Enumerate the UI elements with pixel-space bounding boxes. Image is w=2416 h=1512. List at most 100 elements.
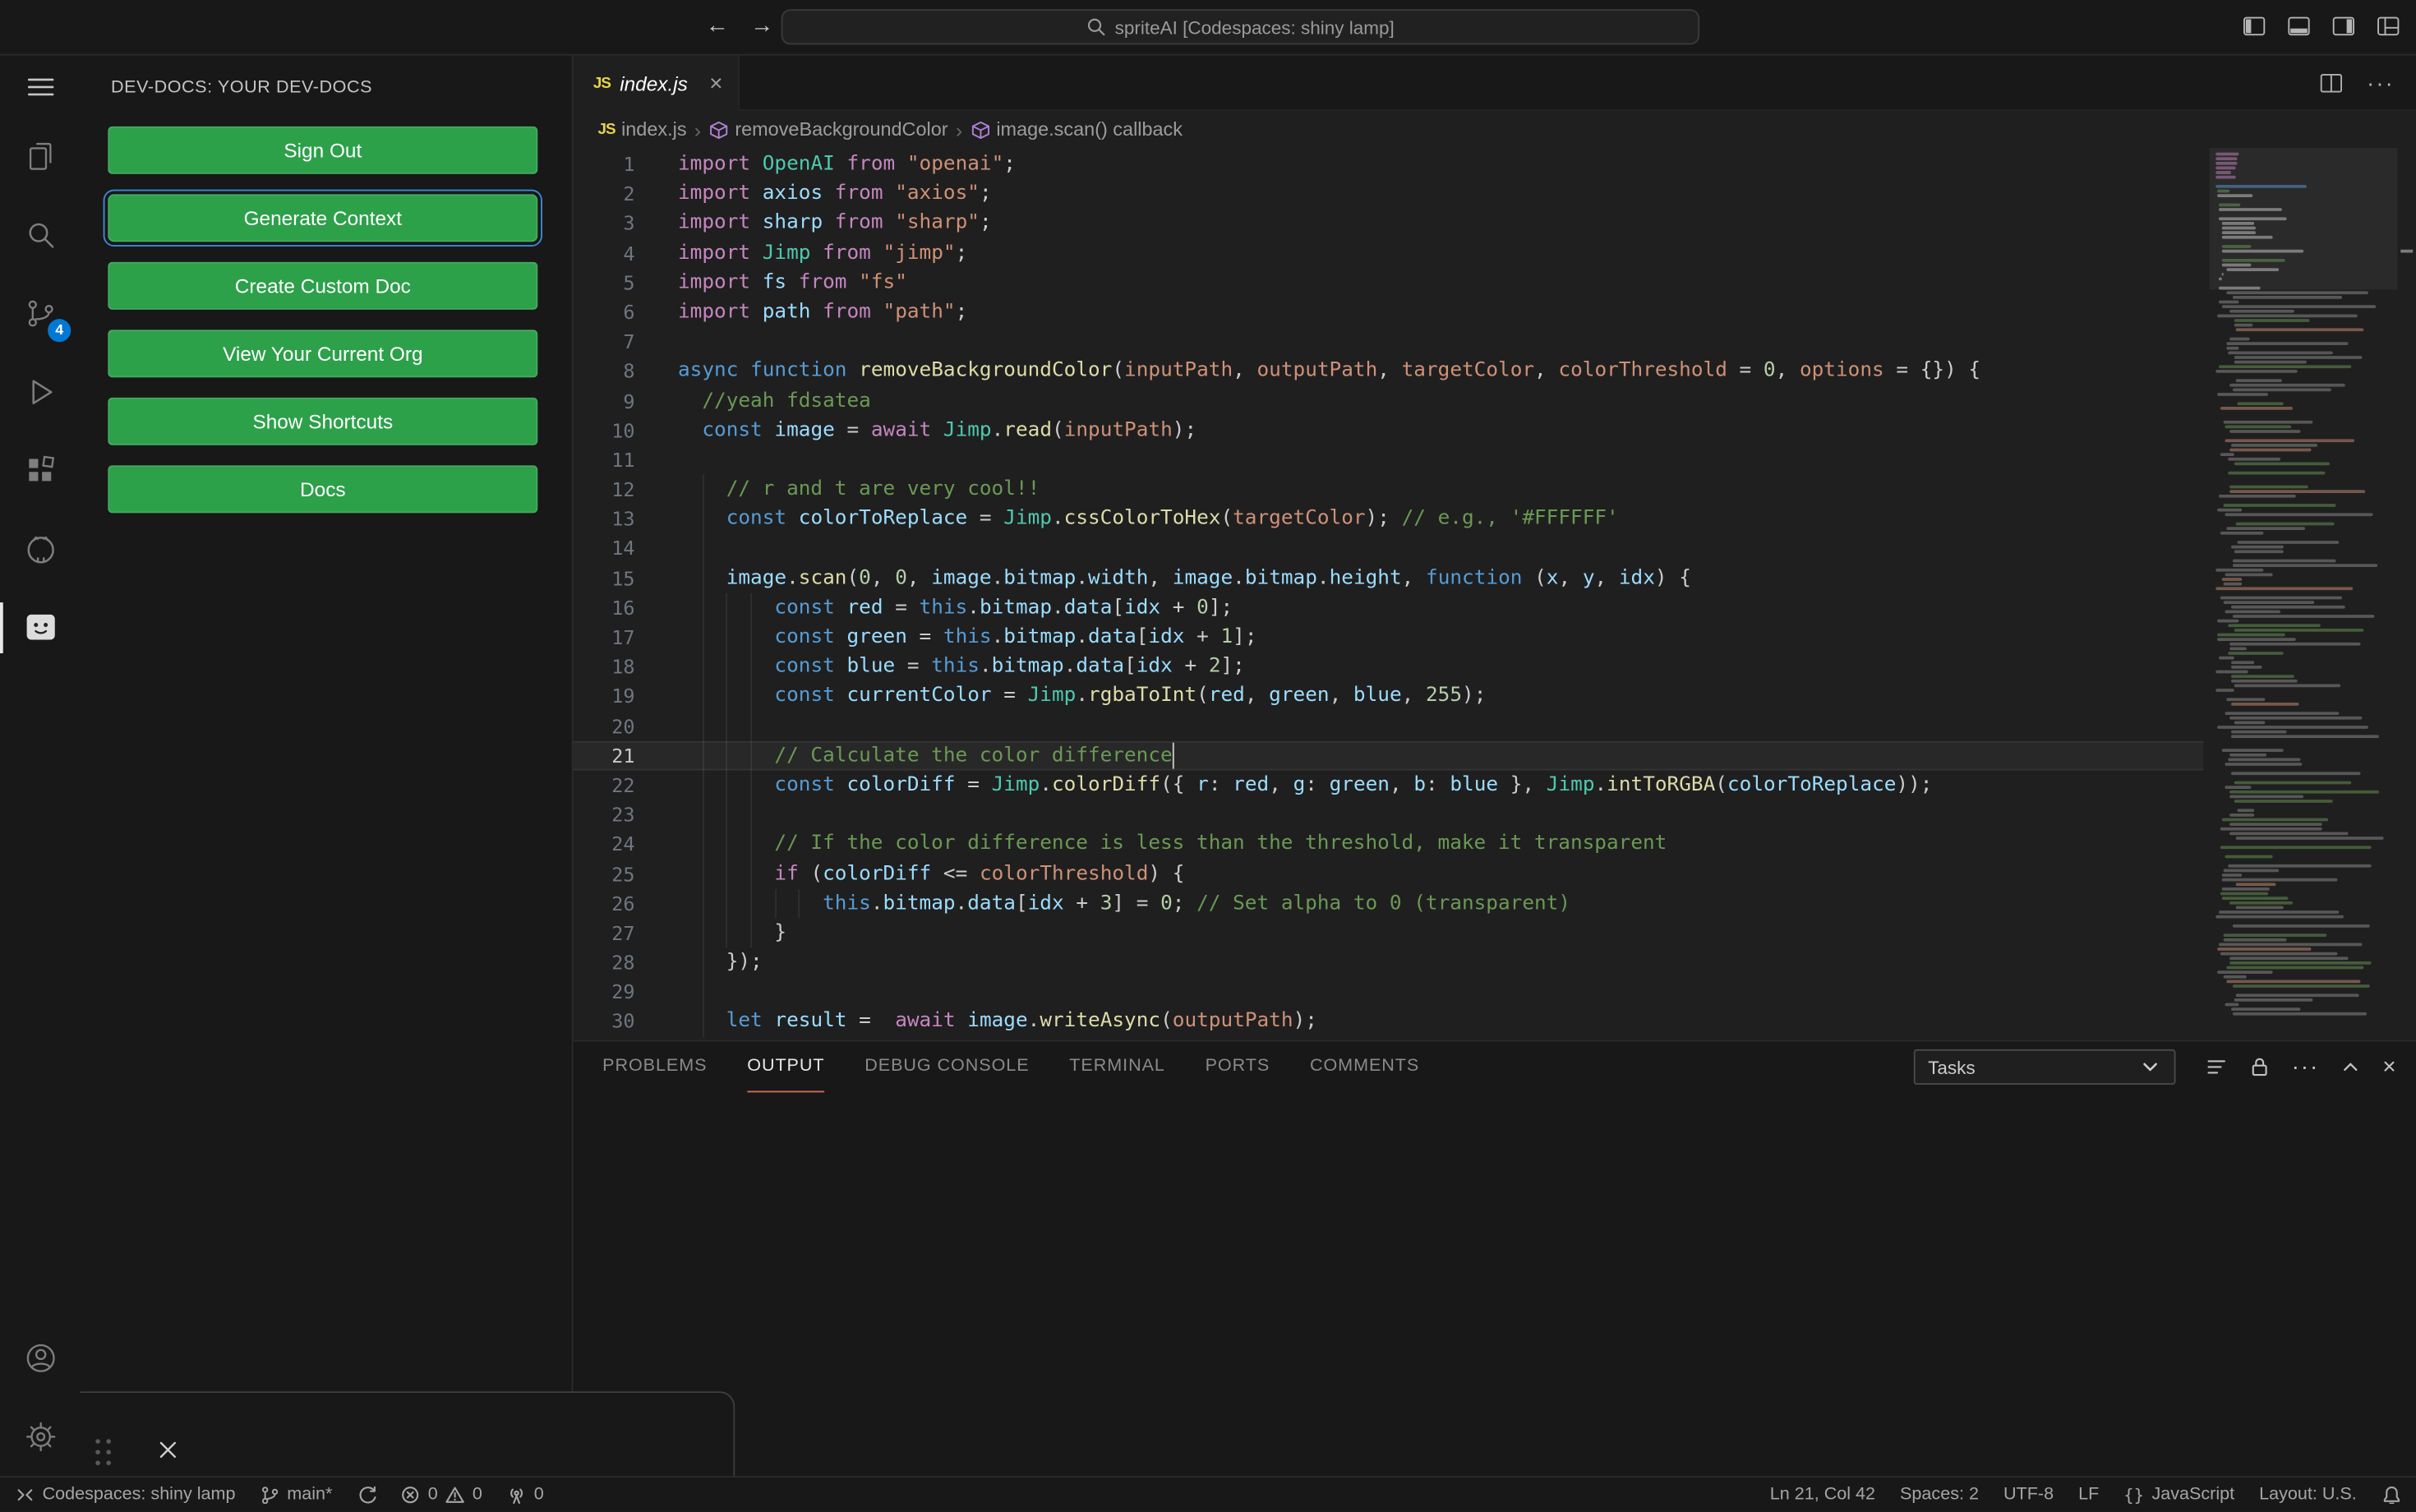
status-sync[interactable] — [357, 1485, 376, 1504]
tab-index-js[interactable]: JS index.js × — [573, 55, 740, 111]
code-line-17[interactable]: 17 const green = this.bitmap.data[idx + … — [574, 622, 2204, 652]
code-editor[interactable]: 1 import OpenAI from "openai"; 2 import axi… — [573, 148, 2416, 1040]
more-actions-icon[interactable]: ··· — [2367, 70, 2395, 96]
indent-guide — [726, 711, 728, 741]
panel-more-actions-icon[interactable]: ··· — [2292, 1054, 2320, 1081]
breadcrumb-file[interactable]: JS index.js — [598, 118, 687, 140]
status-ports[interactable]: 0 — [507, 1485, 544, 1504]
sidebar-button-show-shortcuts[interactable]: Show Shortcuts — [108, 397, 538, 445]
panel-tab-comments[interactable]: COMMENTS — [1310, 1042, 1419, 1093]
panel-tab-output[interactable]: OUTPUT — [747, 1042, 825, 1093]
code-line-11[interactable]: 11 — [574, 445, 2204, 475]
code-line-8[interactable]: 8 async function removeBackgroundColor(in… — [574, 357, 2204, 386]
code-line-4[interactable]: 4 import Jimp from "jimp"; — [574, 238, 2204, 268]
panel-tab-ports[interactable]: PORTS — [1206, 1042, 1270, 1093]
sidebar-button-create-custom-doc[interactable]: Create Custom Doc — [108, 261, 538, 310]
code-line-12[interactable]: 12 // r and t are very cool!! — [574, 474, 2204, 505]
status-right: Ln 21, Col 42 Spaces: 2 UTF-8 LF {} Java… — [1745, 1485, 2400, 1505]
code-line-16[interactable]: 16 const red = this.bitmap.data[idx + 0]… — [574, 592, 2204, 623]
back-button[interactable]: ← — [706, 12, 729, 39]
minimap-line — [2234, 883, 2276, 887]
status-problems[interactable]: 0 0 — [401, 1485, 482, 1504]
close-panel-icon[interactable]: × — [2382, 1054, 2395, 1081]
minimap-line — [2234, 550, 2284, 554]
code-line-9[interactable]: 9 //yeah fdsatea — [574, 386, 2204, 416]
sidebar-item-extensions[interactable] — [0, 431, 81, 510]
status-encoding[interactable]: UTF-8 — [2003, 1486, 2054, 1505]
sidebar-button-docs[interactable]: Docs — [108, 465, 538, 514]
status-keyboard-layout[interactable]: Layout: U.S. — [2259, 1486, 2357, 1505]
code-line-14[interactable]: 14 — [574, 533, 2204, 564]
sidebar-button-generate-context[interactable]: Generate Context — [102, 188, 543, 247]
indent-guide — [726, 622, 728, 652]
sidebar-item-source-control[interactable]: 4 — [0, 274, 81, 353]
status-indentation[interactable]: Spaces: 2 — [1900, 1486, 1979, 1505]
sidebar-item-dev-docs[interactable] — [0, 588, 81, 667]
code-line-27[interactable]: 27 } — [574, 918, 2204, 948]
code-line-19[interactable]: 19 const currentColor = Jimp.rgbaToInt(r… — [574, 681, 2204, 712]
minimap-line — [2216, 947, 2312, 951]
sidebar-item-run-debug[interactable] — [0, 353, 81, 431]
status-branch[interactable]: main* — [260, 1485, 332, 1504]
code-line-5[interactable]: 5 import fs from "fs" — [574, 268, 2204, 297]
accounts-button[interactable] — [0, 1319, 81, 1398]
line-number: 11 — [611, 448, 635, 472]
line-number: 2 — [623, 182, 635, 205]
sidebar-item-explorer[interactable] — [0, 118, 81, 196]
overlay-close-icon[interactable] — [157, 1439, 178, 1460]
editor-scrollbar[interactable] — [2398, 148, 2416, 1040]
code-line-29[interactable]: 29 — [574, 977, 2204, 1007]
vscode-window: ← → spriteAI [Codespaces: shiny lamp] 4 — [0, 0, 2416, 1512]
settings-button[interactable] — [0, 1398, 81, 1477]
status-eol[interactable]: LF — [2078, 1486, 2099, 1505]
breadcrumb-symbol-function[interactable]: removeBackgroundColor — [708, 118, 948, 141]
toggle-secondary-sidebar-icon[interactable] — [2331, 14, 2356, 39]
tab-close-icon[interactable]: × — [709, 70, 722, 96]
status-language[interactable]: {} JavaScript — [2123, 1485, 2234, 1505]
minimap-line — [2225, 439, 2355, 443]
code-line-10[interactable]: 10 const image = await Jimp.read(inputPa… — [574, 416, 2204, 445]
output-channel-select[interactable]: Tasks — [1914, 1049, 2176, 1085]
code-line-1[interactable]: 1 import OpenAI from "openai"; — [574, 150, 2204, 179]
code-line-13[interactable]: 13 const colorToReplace = Jimp.cssColorT… — [574, 504, 2204, 534]
menu-button[interactable] — [0, 56, 81, 118]
code-line-26[interactable]: 26 this.bitmap.data[idx + 3] = 0; // Set… — [574, 888, 2204, 919]
customize-layout-icon[interactable] — [2376, 14, 2400, 39]
code-line-22[interactable]: 22 const colorDiff = Jimp.colorDiff({ r:… — [574, 770, 2204, 800]
code-line-15[interactable]: 15 image.scan(0, 0, image.bitmap.width, … — [574, 563, 2204, 593]
toggle-panel-icon[interactable] — [2287, 14, 2312, 39]
code-line-2[interactable]: 2 import axios from "axios"; — [574, 179, 2204, 209]
code-line-21[interactable]: 21 // Calculate the color difference — [573, 740, 2204, 771]
code-line-23[interactable]: 23 — [574, 800, 2204, 830]
split-editor-icon[interactable] — [2319, 71, 2344, 95]
clear-output-icon[interactable] — [2206, 1055, 2229, 1078]
maximize-panel-icon[interactable] — [2340, 1055, 2363, 1078]
code-line-20[interactable]: 20 — [574, 711, 2204, 741]
code-line-18[interactable]: 18 const blue = this.bitmap.data[idx + 2… — [574, 652, 2204, 682]
code-line-24[interactable]: 24 // If the color difference is less th… — [574, 829, 2204, 860]
lock-scroll-icon[interactable] — [2248, 1055, 2271, 1078]
status-remote[interactable]: Codespaces: shiny lamp — [16, 1485, 235, 1504]
minimap[interactable] — [2209, 148, 2398, 1040]
minimap-line — [2223, 938, 2287, 942]
sidebar-button-sign-out[interactable]: Sign Out — [108, 126, 538, 174]
code-line-30[interactable]: 30 let result = await image.writeAsync(o… — [574, 1007, 2204, 1037]
minimap-line — [2217, 189, 2229, 193]
command-center-search[interactable]: spriteAI [Codespaces: shiny lamp] — [781, 9, 1700, 45]
sidebar-button-view-your-current-org[interactable]: View Your Current Org — [108, 330, 538, 378]
code-line-25[interactable]: 25 if (colorDiff <= colorThreshold) { — [574, 859, 2204, 889]
status-notifications[interactable] — [2381, 1485, 2400, 1505]
code-line-28[interactable]: 28 }); — [574, 947, 2204, 978]
code-line-6[interactable]: 6 import path from "path"; — [574, 297, 2204, 327]
sidebar-item-github[interactable] — [0, 510, 81, 589]
panel-tab-problems[interactable]: PROBLEMS — [602, 1042, 707, 1093]
code-line-7[interactable]: 7 — [574, 327, 2204, 357]
code-line-3[interactable]: 3 import sharp from "sharp"; — [574, 209, 2204, 238]
status-cursor-position[interactable]: Ln 21, Col 42 — [1770, 1486, 1875, 1505]
toggle-primary-sidebar-icon[interactable] — [2242, 14, 2266, 39]
panel-tab-debug-console[interactable]: DEBUG CONSOLE — [865, 1042, 1029, 1093]
breadcrumb-symbol-callback[interactable]: image.scan() callback — [970, 118, 1183, 141]
panel-tab-terminal[interactable]: TERMINAL — [1069, 1042, 1165, 1093]
sidebar-item-search[interactable] — [0, 196, 81, 274]
forward-button[interactable]: → — [750, 12, 773, 39]
